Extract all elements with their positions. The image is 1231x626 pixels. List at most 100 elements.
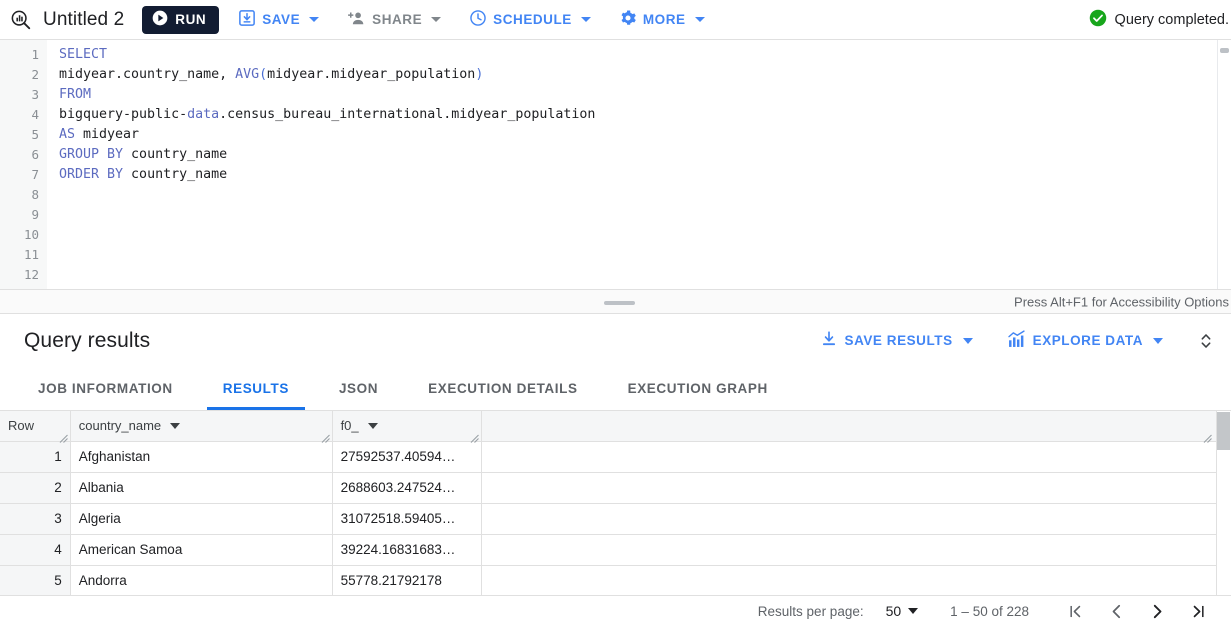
save-button[interactable]: SAVE	[229, 5, 328, 35]
line-number: 3	[31, 87, 39, 102]
line-number: 6	[31, 147, 39, 162]
cell-country-name[interactable]: Andorra	[70, 565, 333, 595]
table-row[interactable]: 1 Afghanistan 27592537.40594…	[0, 441, 1231, 473]
person-add-icon	[347, 9, 366, 31]
splitter-grip[interactable]	[604, 301, 635, 305]
results-header-actions: SAVE RESULTS EXPLORE DATA	[796, 324, 1223, 358]
tab-label: EXECUTION DETAILS	[428, 381, 578, 396]
gear-icon	[619, 9, 637, 30]
table-row[interactable]: 5 Andorra 55778.21792178	[0, 565, 1231, 595]
first-page-button[interactable]	[1055, 596, 1096, 626]
results-per-page-select[interactable]: 50	[886, 603, 919, 619]
editor-scrollbar-thumb[interactable]	[1220, 48, 1229, 53]
more-button-label: MORE	[642, 12, 686, 27]
sql-editor[interactable]: 1 2 3 4 5 6 7 8 9 10 11 12 SELECT midyear.country_na…	[0, 40, 1231, 289]
cell-country-name[interactable]: Afghanistan	[70, 441, 333, 473]
chevron-down-icon	[694, 17, 705, 22]
code-line: FROM	[59, 87, 92, 102]
column-header-country-name[interactable]: country_name	[70, 411, 333, 443]
column-header-country-name-label: country_name	[78, 418, 162, 434]
previous-page-icon	[1112, 604, 1121, 618]
cell-row-number: 2	[0, 472, 71, 504]
editor-results-splitter[interactable]: Press Alt+F1 for Accessibility Options	[0, 289, 1231, 314]
schedule-button[interactable]: SCHEDULE	[460, 5, 600, 35]
cell-f0[interactable]: 39224.16831683…	[332, 534, 483, 566]
table-row[interactable]: 3 Algeria 31072518.59405…	[0, 503, 1231, 535]
chevron-down-icon[interactable]	[170, 422, 181, 429]
more-button[interactable]: MORE	[610, 5, 714, 35]
run-button[interactable]: RUN	[142, 5, 220, 34]
tab-results[interactable]: RESULTS	[206, 367, 306, 410]
clock-icon	[469, 9, 487, 30]
line-number: 7	[31, 167, 39, 182]
run-button-label: RUN	[175, 12, 207, 27]
line-number: 5	[31, 127, 39, 142]
column-resize-handle[interactable]	[1203, 431, 1212, 443]
cell-empty	[481, 534, 1231, 566]
code-line: GROUP BY country_name	[59, 147, 228, 162]
cell-country-name[interactable]: Albania	[70, 472, 333, 504]
cell-f0[interactable]: 27592537.40594…	[332, 441, 483, 473]
table-row[interactable]: 2 Albania 2688603.247524…	[0, 472, 1231, 504]
results-header: Query results SAVE RESULTS EXPLORE DATA	[0, 314, 1231, 367]
cell-f0[interactable]: 31072518.59405…	[332, 503, 483, 535]
last-page-button[interactable]	[1178, 596, 1219, 626]
download-icon	[820, 330, 838, 351]
cell-country-name[interactable]: Algeria	[70, 503, 333, 535]
pagination-range: 1 – 50 of 228	[950, 603, 1029, 619]
results-table-body: 1 Afghanistan 27592537.40594… 2 Albania 26886…	[0, 441, 1231, 595]
results-scrollbar-thumb[interactable]	[1217, 412, 1230, 450]
unfold-more-icon	[1201, 333, 1211, 348]
play-icon	[152, 10, 168, 29]
column-header-f0[interactable]: f0_	[332, 411, 483, 443]
editor-scrollbar[interactable]	[1217, 40, 1231, 289]
status-badge: Query completed.	[1089, 9, 1231, 31]
cell-country-name[interactable]: American Samoa	[70, 534, 333, 566]
expand-collapse-button[interactable]	[1189, 324, 1223, 358]
table-row[interactable]: 4 American Samoa 39224.16831683…	[0, 534, 1231, 566]
tab-label: RESULTS	[222, 381, 289, 396]
results-tabs: JOB INFORMATION RESULTS JSON EXECUTION DETA…	[0, 367, 1231, 411]
table-header-row: Row country_name f0_	[0, 411, 1231, 443]
cell-row-number: 1	[0, 441, 71, 473]
tab-execution-graph[interactable]: EXECUTION GRAPH	[612, 367, 784, 410]
chevron-down-icon	[580, 17, 591, 22]
tab-json[interactable]: JSON	[323, 367, 394, 410]
share-button-label: SHARE	[372, 12, 423, 27]
status-text: Query completed.	[1114, 11, 1229, 28]
results-per-page-value: 50	[885, 603, 902, 619]
tab-job-information[interactable]: JOB INFORMATION	[22, 367, 189, 410]
cell-f0[interactable]: 2688603.247524…	[332, 472, 483, 504]
pagination-bar: Results per page: 50 1 – 50 of 228	[0, 595, 1231, 626]
explore-data-label: EXPLORE DATA	[1032, 333, 1143, 348]
line-number: 1	[31, 47, 39, 62]
results-table-area: Row country_name f0_ 1 Afghanistan 27592…	[0, 411, 1231, 595]
chevron-down-icon	[962, 337, 973, 344]
results-title: Query results	[24, 328, 151, 352]
line-number: 9	[31, 207, 39, 222]
share-button[interactable]: SHARE	[338, 5, 450, 35]
column-header-empty	[481, 411, 1231, 443]
previous-page-button[interactable]	[1096, 596, 1137, 626]
line-number: 2	[31, 67, 39, 82]
code-line: midyear.country_name, AVG(midyear.midyea…	[59, 67, 484, 82]
cell-f0[interactable]: 55778.21792178	[332, 565, 483, 595]
explore-data-button[interactable]: EXPLORE DATA	[997, 325, 1173, 357]
page-title: Untitled 2	[43, 8, 125, 30]
editor-code[interactable]: SELECT midyear.country_name, AVG(midyear.…	[47, 40, 1231, 289]
last-page-icon	[1193, 605, 1204, 617]
save-icon	[238, 9, 256, 30]
tab-label: JOB INFORMATION	[38, 381, 173, 396]
column-header-row[interactable]: Row	[0, 411, 71, 443]
chevron-down-icon	[1153, 337, 1163, 344]
cell-empty	[481, 441, 1231, 473]
next-page-button[interactable]	[1137, 596, 1178, 626]
tab-execution-details[interactable]: EXECUTION DETAILS	[412, 367, 593, 410]
results-scrollbar[interactable]	[1216, 411, 1231, 595]
line-number: 12	[23, 267, 39, 282]
chevron-down-icon[interactable]	[367, 422, 378, 429]
save-results-button[interactable]: SAVE RESULTS	[810, 325, 983, 357]
